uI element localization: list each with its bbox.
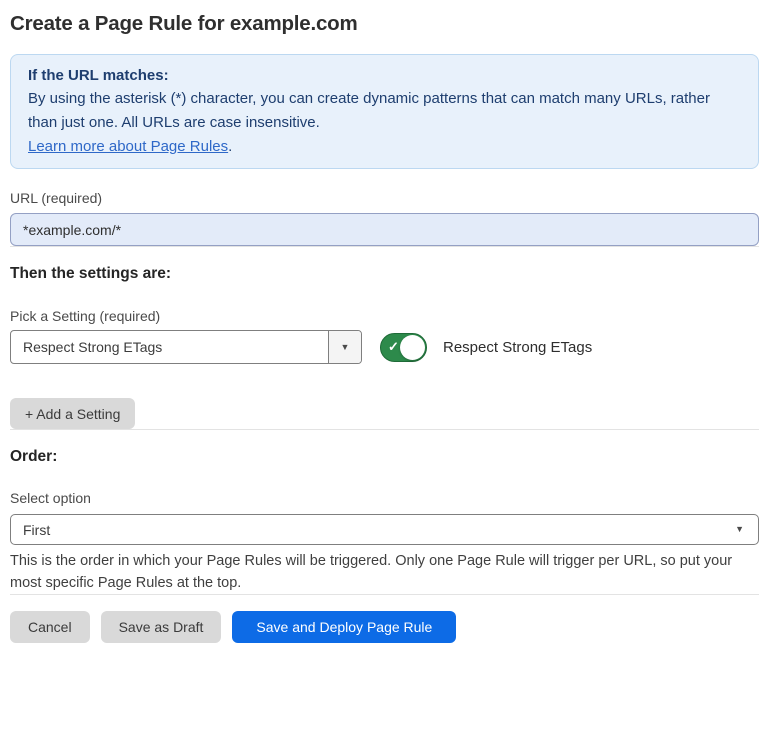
create-page-rule-form: Create a Page Rule for example.com If th…	[0, 11, 769, 643]
link-period: .	[228, 138, 232, 155]
learn-more-link[interactable]: Learn more about Page Rules	[28, 138, 228, 155]
order-select-value: First	[23, 522, 50, 538]
url-match-info-box: If the URL matches: By using the asteris…	[10, 54, 759, 169]
page-title: Create a Page Rule for example.com	[10, 11, 759, 37]
info-box-link-line: Learn more about Page Rules.	[28, 135, 741, 158]
setting-select-value: Respect Strong ETags	[11, 339, 162, 355]
chevron-down-icon: ▼	[341, 343, 350, 352]
check-icon: ✓	[388, 339, 399, 355]
setting-select[interactable]: Respect Strong ETags ▼	[10, 330, 362, 364]
info-box-heading: If the URL matches:	[28, 65, 741, 87]
section-divider	[10, 246, 759, 247]
url-field-label: URL (required)	[10, 190, 759, 206]
setting-select-arrow-button[interactable]: ▼	[328, 331, 361, 363]
toggle-knob	[400, 335, 425, 360]
save-draft-button[interactable]: Save as Draft	[101, 611, 222, 643]
order-help-text: This is the order in which your Page Rul…	[10, 550, 759, 594]
section-divider	[10, 429, 759, 430]
chevron-down-icon: ▼	[735, 525, 744, 534]
order-select[interactable]: First ▼	[10, 514, 759, 545]
setting-row: Respect Strong ETags ▼ ✓ Respect Strong …	[10, 330, 759, 364]
setting-toggle-label: Respect Strong ETags	[443, 339, 592, 356]
info-box-body: By using the asterisk (*) character, you…	[28, 87, 741, 135]
settings-heading: Then the settings are:	[10, 265, 759, 283]
add-setting-button[interactable]: + Add a Setting	[10, 398, 135, 429]
pick-setting-label: Pick a Setting (required)	[10, 308, 759, 324]
save-deploy-button[interactable]: Save and Deploy Page Rule	[232, 611, 456, 643]
order-heading: Order:	[10, 448, 759, 466]
footer-actions: Cancel Save as Draft Save and Deploy Pag…	[10, 611, 759, 643]
setting-toggle[interactable]: ✓	[380, 333, 427, 362]
section-divider	[10, 594, 759, 595]
cancel-button[interactable]: Cancel	[10, 611, 90, 643]
url-input[interactable]	[10, 213, 759, 246]
order-select-label: Select option	[10, 490, 759, 506]
